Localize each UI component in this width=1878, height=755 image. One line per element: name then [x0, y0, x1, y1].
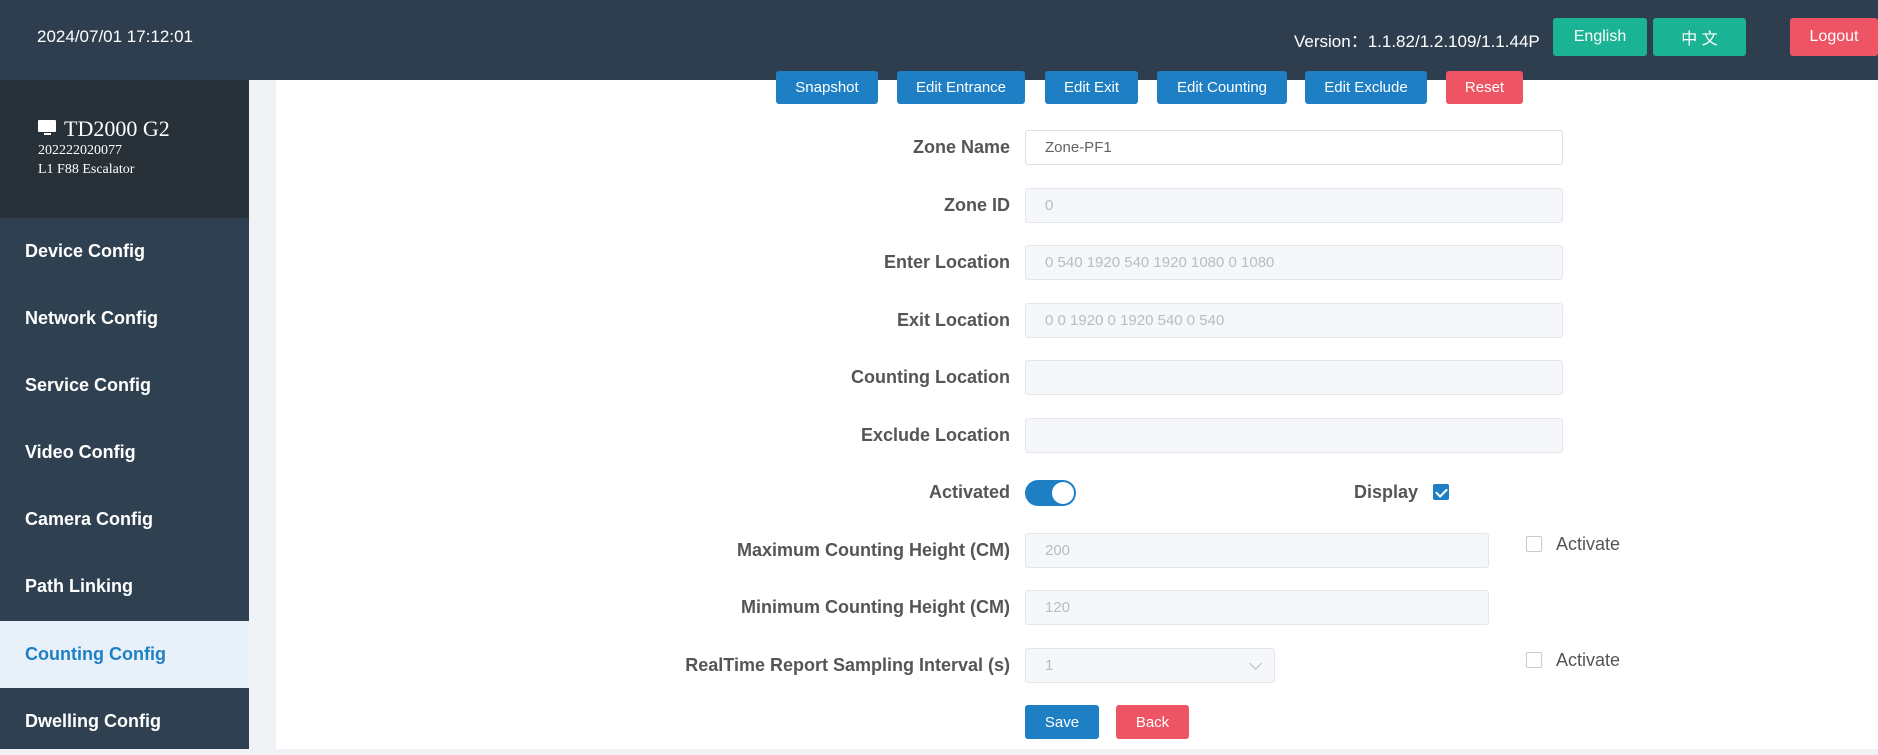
device-profile: TD2000 G2 202222020077 L1 F88 Escalator — [0, 80, 249, 218]
max-height-activate-label: Activate — [1556, 534, 1621, 554]
sidebar-item-service-config[interactable]: Service Config — [0, 352, 249, 419]
exit-location-label: Exit Location — [896, 310, 1010, 330]
sidebar-item-counting-config[interactable]: Counting Config — [0, 621, 249, 688]
sidebar-item-device-config[interactable]: Device Config — [0, 218, 249, 285]
sidebar: TD2000 G2 202222020077 L1 F88 Escalator … — [0, 80, 249, 749]
english-language-button[interactable]: English — [1553, 18, 1647, 56]
enter-location-label: Enter Location — [883, 252, 1010, 272]
toggle-knob — [1052, 482, 1074, 504]
version-info: Version：1.1.82/1.2.109/1.1.44P — [1294, 32, 1540, 51]
sidebar-item-dwelling-config[interactable]: Dwelling Config — [0, 688, 249, 755]
sampling-interval-select[interactable]: 1 — [1025, 648, 1275, 683]
sampling-interval-label: RealTime Report Sampling Interval (s) — [685, 655, 1010, 675]
device-name-row: TD2000 G2 — [38, 116, 170, 142]
monitor-icon — [38, 120, 58, 138]
sampling-activate-checkbox[interactable] — [1526, 652, 1542, 668]
edit-exclude-button[interactable]: Edit Exclude — [1305, 71, 1427, 104]
logout-button[interactable]: Logout — [1790, 18, 1878, 56]
display-checkbox[interactable] — [1433, 484, 1449, 500]
back-button[interactable]: Back — [1116, 705, 1189, 739]
counting-location-input[interactable] — [1025, 360, 1563, 395]
chevron-down-icon — [1249, 657, 1262, 670]
snapshot-button[interactable]: Snapshot — [776, 71, 878, 104]
reset-button[interactable]: Reset — [1446, 71, 1523, 104]
display-label: Display — [1354, 482, 1419, 502]
sampling-interval-value: 1 — [1045, 657, 1054, 674]
check-icon — [1435, 485, 1448, 498]
zone-name-label: Zone Name — [912, 137, 1010, 157]
exit-location-input[interactable]: 0 0 1920 0 1920 540 0 540 — [1025, 303, 1563, 338]
device-location: L1 F88 Escalator — [38, 162, 135, 177]
sampling-activate-label: Activate — [1556, 650, 1621, 670]
edit-exit-button[interactable]: Edit Exit — [1045, 71, 1138, 104]
zone-name-input[interactable]: Zone-PF1 — [1025, 130, 1563, 165]
edit-entrance-button[interactable]: Edit Entrance — [897, 71, 1025, 104]
sidebar-item-video-config[interactable]: Video Config — [0, 419, 249, 486]
main-content: Snapshot Edit Entrance Edit Exit Edit Co… — [276, 71, 1878, 749]
zone-id-input[interactable]: 0 — [1025, 188, 1563, 223]
exclude-location-input[interactable] — [1025, 418, 1563, 453]
edit-counting-button[interactable]: Edit Counting — [1157, 71, 1287, 104]
device-name: TD2000 G2 — [64, 116, 170, 141]
sidebar-item-network-config[interactable]: Network Config — [0, 285, 249, 352]
chinese-language-button[interactable]: 中 文 — [1653, 18, 1746, 56]
enter-location-input[interactable]: 0 540 1920 540 1920 1080 0 1080 — [1025, 245, 1563, 280]
sidebar-item-camera-config[interactable]: Camera Config — [0, 486, 249, 553]
activated-label: Activated — [928, 482, 1010, 502]
counting-location-label: Counting Location — [851, 367, 1010, 387]
max-height-input[interactable]: 200 — [1025, 533, 1489, 568]
max-height-activate-checkbox[interactable] — [1526, 536, 1542, 552]
activated-toggle[interactable] — [1025, 480, 1076, 506]
save-button[interactable]: Save — [1025, 705, 1099, 739]
sidebar-item-path-linking[interactable]: Path Linking — [0, 553, 249, 620]
exclude-location-label: Exclude Location — [860, 425, 1010, 445]
top-bar: 2024/07/01 17:12:01 Version：1.1.82/1.2.1… — [0, 0, 1878, 80]
max-height-label: Maximum Counting Height (CM) — [737, 540, 1010, 560]
zone-id-label: Zone ID — [944, 195, 1010, 215]
min-height-label: Minimum Counting Height (CM) — [741, 597, 1010, 617]
datetime-display: 2024/07/01 17:12:01 — [37, 27, 193, 46]
device-serial: 202222020077 — [38, 143, 122, 158]
min-height-input[interactable]: 120 — [1025, 590, 1489, 625]
